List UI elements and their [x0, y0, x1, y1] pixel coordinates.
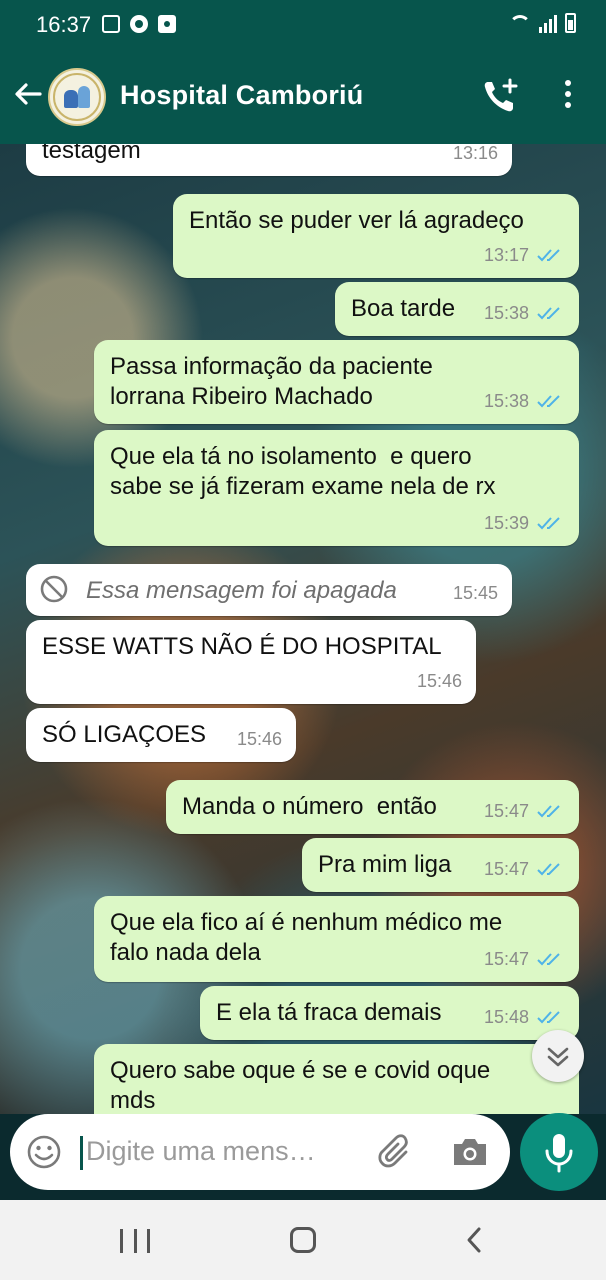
more-vert-icon[interactable] [556, 80, 580, 116]
text-cursor [80, 1136, 83, 1170]
recent-apps-icon[interactable] [120, 1229, 150, 1253]
message-text: ESSE WATTS NÃO É DO HOSPITAL [42, 633, 442, 660]
message-time: 15:47 [483, 949, 529, 969]
message-time: 13:16 [452, 144, 498, 163]
battery-icon [565, 13, 576, 33]
mic-icon [545, 1134, 573, 1173]
notification-icons [102, 15, 176, 33]
arrow-left-icon[interactable] [12, 78, 44, 110]
app-icon [158, 15, 176, 33]
prohibited-icon [40, 575, 68, 603]
scroll-to-bottom-button[interactable] [532, 1030, 584, 1082]
message-time: 15:46 [236, 729, 282, 749]
message-composer[interactable]: Digite uma mens… [10, 1114, 510, 1190]
message-text: Quero sabe oque é se e covid oque mds [110, 1057, 491, 1114]
message-list[interactable]: testagem 13:16 Então se puder ver lá agr… [0, 144, 606, 1114]
chrome-icon [130, 15, 148, 33]
read-ticks-icon [537, 395, 560, 408]
wifi-icon [509, 15, 531, 33]
message-time: 15:39 [483, 513, 529, 533]
read-ticks-icon [537, 953, 560, 966]
contact-name[interactable]: Hospital Camboriú [120, 80, 363, 111]
home-icon[interactable] [290, 1227, 316, 1253]
read-ticks-icon [537, 307, 560, 320]
read-ticks-icon [537, 805, 560, 818]
camera-icon[interactable] [450, 1132, 490, 1172]
message-bubble[interactable]: Que ela tá no isolamento e quero sabe se… [94, 430, 579, 546]
add-call-icon[interactable] [480, 76, 520, 116]
back-icon[interactable] [464, 1226, 484, 1254]
system-icons [509, 13, 576, 33]
voice-message-button[interactable] [520, 1113, 598, 1191]
message-bubble[interactable]: SÓ LIGAÇOES 15:46 [26, 708, 296, 762]
message-bubble[interactable]: Que ela fico aí é nenhum médico me falo … [94, 896, 579, 982]
message-bubble[interactable]: Então se puder ver lá agradeço 13:17 [173, 194, 579, 278]
read-ticks-icon [537, 863, 560, 876]
read-ticks-icon [537, 517, 560, 530]
message-text: Essa mensagem foi apagada [86, 577, 397, 604]
message-time: 15:47 [483, 801, 529, 821]
message-time: 15:45 [452, 583, 498, 603]
read-ticks-icon [537, 249, 560, 262]
signal-icon [539, 13, 557, 33]
message-bubble[interactable]: ESSE WATTS NÃO É DO HOSPITAL 15:46 [26, 620, 476, 704]
system-nav-bar [0, 1200, 606, 1280]
message-time: 15:48 [483, 1007, 529, 1027]
status-time: 16:37 [36, 12, 92, 37]
double-chevron-down-icon [547, 1047, 569, 1067]
chat-header: Hospital Camboriú [0, 50, 606, 144]
message-bubble[interactable]: Quero sabe oque é se e covid oque mds [94, 1044, 579, 1114]
message-bubble[interactable]: Manda o número então 15:47 [166, 780, 579, 834]
message-bubble[interactable]: E ela tá fraca demais 15:48 [200, 986, 579, 1040]
message-time: 13:17 [483, 245, 529, 265]
paperclip-icon[interactable] [376, 1132, 416, 1172]
gallery-icon [102, 15, 120, 33]
message-time: 15:46 [416, 671, 462, 691]
message-text: Que ela tá no isolamento e quero sabe se… [110, 443, 496, 500]
message-bubble[interactable]: Boa tarde 15:38 [335, 282, 579, 336]
message-text: testagem [42, 144, 141, 164]
message-time: 15:38 [483, 391, 529, 411]
message-bubble[interactable]: Pra mim liga 15:47 [302, 838, 579, 892]
message-bubble[interactable]: Passa informação da paciente lorrana Rib… [94, 340, 579, 424]
message-time: 15:47 [483, 859, 529, 879]
message-text: Então se puder ver lá agradeço [189, 207, 524, 234]
message-bubble[interactable]: testagem 13:16 [26, 144, 512, 176]
message-input[interactable]: Digite uma mens… [86, 1136, 316, 1167]
status-bar: 16:37 [0, 0, 606, 50]
message-time: 15:38 [483, 303, 529, 323]
read-ticks-icon [537, 1011, 560, 1024]
avatar[interactable] [48, 68, 106, 126]
deleted-message-bubble[interactable]: Essa mensagem foi apagada 15:45 [26, 564, 512, 616]
emoji-icon[interactable] [26, 1134, 62, 1170]
